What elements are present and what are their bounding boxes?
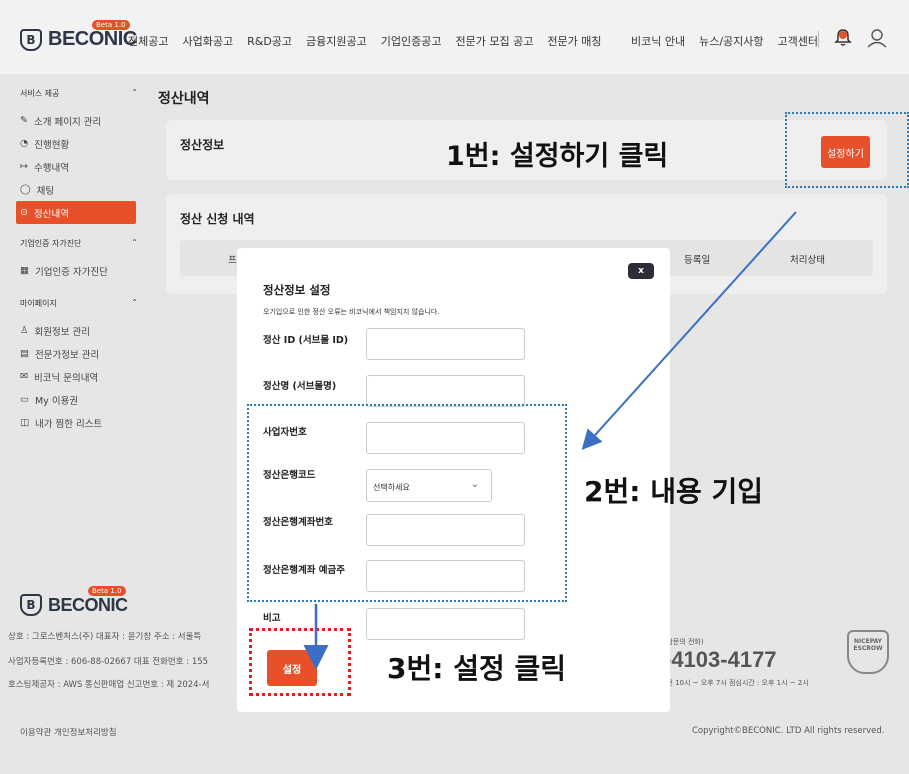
annotation-arrows bbox=[303, 211, 797, 670]
arrow-step1-to-step2 bbox=[581, 211, 797, 450]
